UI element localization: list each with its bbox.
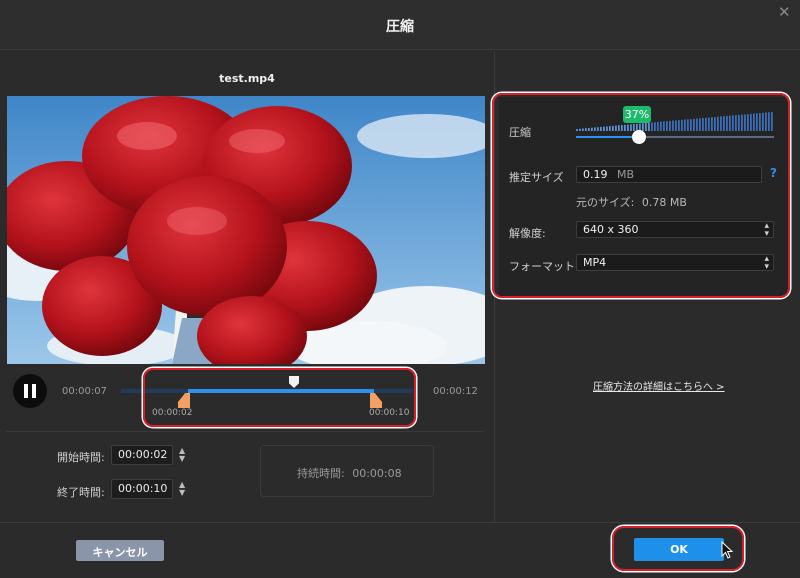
footer-divider	[0, 522, 800, 523]
end-time-label: 終了時間:	[57, 486, 105, 499]
pause-button[interactable]	[13, 374, 47, 408]
current-time: 00:00:07	[62, 386, 107, 397]
separator	[6, 431, 484, 432]
duration-display: 持続時間: 00:00:08	[297, 465, 402, 481]
timeline-highlight-annotation	[143, 368, 416, 427]
end-time-input[interactable]: 00:00:10	[111, 479, 173, 499]
duration-value: 00:00:08	[352, 467, 402, 480]
duration-label: 持続時間:	[297, 467, 345, 480]
compression-details-link[interactable]: 圧縮方法の詳細はこちらへ >	[593, 378, 725, 393]
pause-icon	[24, 384, 28, 398]
video-frame-image	[7, 96, 485, 364]
video-preview	[7, 96, 485, 364]
mouse-cursor-icon	[721, 541, 733, 559]
video-filename: test.mp4	[219, 72, 275, 85]
start-time-stepper[interactable]: ▲ ▼	[179, 447, 185, 463]
dialog-title: 圧縮	[386, 19, 414, 35]
close-icon[interactable]: ✕	[778, 3, 791, 21]
settings-highlight-annotation	[492, 93, 790, 298]
end-time-stepper[interactable]: ▲ ▼	[179, 481, 185, 497]
start-time-input[interactable]: 00:00:02	[111, 445, 173, 465]
cancel-button[interactable]: キャンセル	[76, 540, 164, 561]
start-time-label: 開始時間:	[57, 451, 105, 464]
total-time: 00:00:12	[433, 386, 478, 397]
